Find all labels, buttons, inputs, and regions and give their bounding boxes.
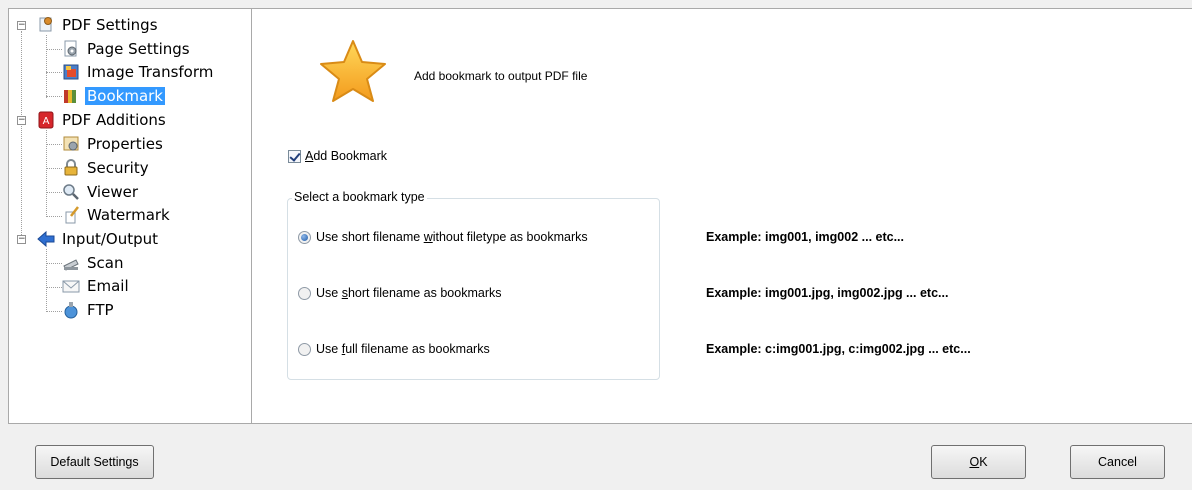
collapse-toggle-input-output[interactable]: − xyxy=(17,235,26,244)
envelope-icon xyxy=(62,277,80,295)
gear-settings-icon xyxy=(37,16,55,34)
lock-icon xyxy=(62,159,80,177)
properties-icon xyxy=(62,135,80,153)
tree-label: Page Settings xyxy=(87,40,190,58)
radio-button[interactable] xyxy=(298,286,311,300)
tree-connector xyxy=(46,168,62,169)
tree-label: Security xyxy=(87,159,149,177)
tree-connector xyxy=(46,311,62,312)
tree-label: Scan xyxy=(87,254,124,272)
bookmark-settings-panel: Add bookmark to output PDF file Add Book… xyxy=(251,8,1192,424)
arrow-left-icon xyxy=(37,230,55,248)
add-bookmark-label: Add Bookmark xyxy=(305,149,387,163)
tree-item-page-settings[interactable]: Page Settings xyxy=(62,38,192,60)
tree-label: PDF Settings xyxy=(62,16,158,34)
tree-label: PDF Additions xyxy=(62,111,166,129)
bookmark-book-icon xyxy=(62,87,80,105)
tree-item-input-output[interactable]: Input/Output xyxy=(37,228,160,250)
example-text: Example: img001, img002 ... etc... xyxy=(706,230,905,244)
magnifier-icon xyxy=(62,183,80,201)
radio-button[interactable] xyxy=(298,230,311,244)
tree-connector xyxy=(46,192,62,193)
watermark-brush-icon xyxy=(62,206,80,224)
settings-tree[interactable]: − PDF Settings Page Settings Image Trans… xyxy=(8,8,252,424)
tree-connector xyxy=(46,96,62,97)
tree-connector xyxy=(46,72,62,73)
scanner-icon xyxy=(62,254,80,272)
star-icon xyxy=(320,40,386,102)
checkbox-box[interactable] xyxy=(288,149,301,163)
tree-item-ftp[interactable]: FTP xyxy=(62,299,116,321)
tree-label: Properties xyxy=(87,135,163,153)
tree-item-email[interactable]: Email xyxy=(62,275,131,297)
tree-connector xyxy=(21,31,22,241)
svg-text:A: A xyxy=(43,116,50,127)
ok-button[interactable]: OK xyxy=(931,445,1026,479)
radio-label: Use short filename without filetype as b… xyxy=(316,230,588,244)
tree-label: Image Transform xyxy=(87,63,214,81)
cancel-button[interactable]: Cancel xyxy=(1070,445,1165,479)
group-title: Select a bookmark type xyxy=(292,190,427,204)
tree-connector xyxy=(46,35,47,98)
radio-label: Use short filename as bookmarks xyxy=(316,286,502,300)
tree-connector xyxy=(46,49,62,50)
tree-item-watermark[interactable]: Watermark xyxy=(62,204,172,226)
collapse-toggle-pdf-additions[interactable]: − xyxy=(17,116,26,125)
tree-item-scan[interactable]: Scan xyxy=(62,252,125,274)
tree-label: Email xyxy=(87,277,129,295)
radio-label: Use full filename as bookmarks xyxy=(316,342,490,356)
tree-item-pdf-additions[interactable]: A PDF Additions xyxy=(37,109,168,131)
tree-label: Watermark xyxy=(87,206,170,224)
radio-button[interactable] xyxy=(298,342,311,356)
add-bookmark-checkbox[interactable]: Add Bookmark xyxy=(288,149,387,163)
tree-connector xyxy=(46,263,62,264)
collapse-toggle-pdf-settings[interactable]: − xyxy=(17,21,26,30)
example-text: Example: img001.jpg, img002.jpg ... etc.… xyxy=(706,286,949,300)
pdf-icon: A xyxy=(37,111,55,129)
radio-short-filename[interactable]: Use short filename as bookmarks xyxy=(298,286,502,300)
tree-connector xyxy=(46,144,62,145)
ftp-globe-icon xyxy=(62,301,80,319)
tree-label: FTP xyxy=(87,301,114,319)
default-settings-button[interactable]: Default Settings xyxy=(35,445,154,479)
image-transform-icon xyxy=(62,63,80,81)
page-description: Add bookmark to output PDF file xyxy=(414,69,588,83)
tree-label: Viewer xyxy=(87,183,138,201)
tree-item-image-transform[interactable]: Image Transform xyxy=(62,61,215,83)
tree-connector xyxy=(46,287,62,288)
tree-label: Bookmark xyxy=(85,87,165,105)
ok-label: OK xyxy=(969,455,988,469)
tree-label: Input/Output xyxy=(62,230,158,248)
tree-connector xyxy=(46,216,62,217)
tree-item-viewer[interactable]: Viewer xyxy=(62,181,140,203)
page-gear-icon xyxy=(62,40,80,58)
tree-item-properties[interactable]: Properties xyxy=(62,133,165,155)
tree-item-security[interactable]: Security xyxy=(62,157,151,179)
example-text: Example: c:img001.jpg, c:img002.jpg ... … xyxy=(706,342,971,356)
tree-item-bookmark[interactable]: Bookmark xyxy=(62,85,165,107)
radio-full-filename[interactable]: Use full filename as bookmarks xyxy=(298,342,490,356)
tree-connector xyxy=(46,249,47,312)
tree-item-pdf-settings[interactable]: PDF Settings xyxy=(37,14,160,36)
radio-short-filename-no-type[interactable]: Use short filename without filetype as b… xyxy=(298,230,588,244)
